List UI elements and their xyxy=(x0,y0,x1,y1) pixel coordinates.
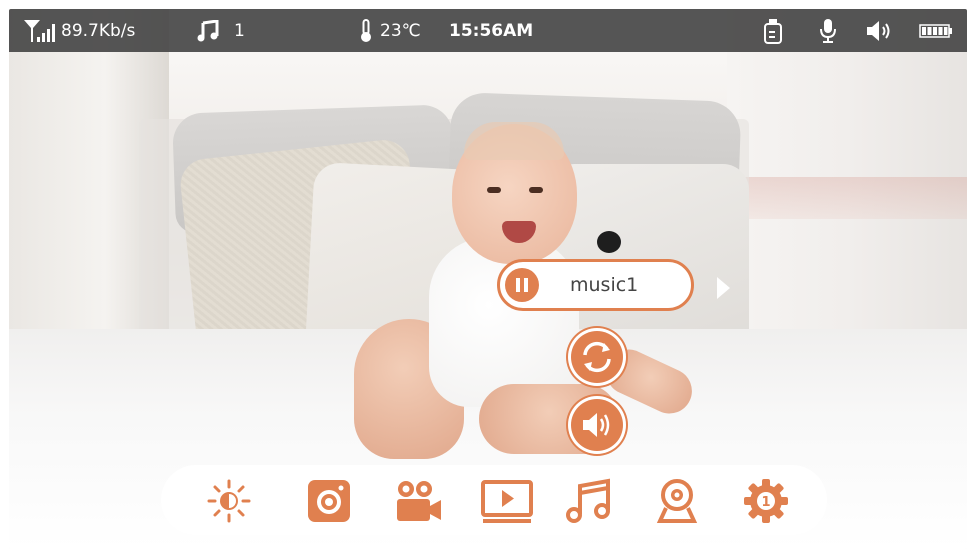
camera-select-icon[interactable] xyxy=(654,478,700,524)
pillow-button xyxy=(597,231,621,253)
microphone-icon[interactable] xyxy=(819,9,837,52)
settings-badge: 1 xyxy=(761,495,770,510)
playback-icon[interactable] xyxy=(481,478,533,524)
settings-icon[interactable]: 1 xyxy=(743,478,789,524)
camera-feed: 89.7Kb/s 1 23℃ 15:56AM music1 1 xyxy=(9,9,967,549)
speaker-volume-icon[interactable] xyxy=(866,9,894,52)
music-track-pill[interactable]: music1 xyxy=(497,259,694,311)
snapshot-icon[interactable] xyxy=(306,478,352,524)
curtain-right xyxy=(727,9,967,339)
repeat-icon[interactable] xyxy=(571,331,623,383)
music-count: 1 xyxy=(234,20,245,41)
music-icon[interactable] xyxy=(566,478,612,524)
bottom-toolbar: 1 xyxy=(161,465,827,535)
music-note-icon xyxy=(197,9,219,52)
baby-hair xyxy=(464,122,564,160)
temperature: 23℃ xyxy=(380,20,421,41)
video-record-icon[interactable] xyxy=(393,478,441,524)
volume-icon[interactable] xyxy=(571,399,623,451)
network-speed: 89.7Kb/s xyxy=(61,20,136,41)
baby-eye xyxy=(487,187,501,193)
feeding-bottle-icon[interactable] xyxy=(763,9,783,52)
pause-icon[interactable] xyxy=(505,268,539,302)
status-bar: 89.7Kb/s 1 23℃ 15:56AM xyxy=(9,9,967,52)
battery-icon xyxy=(919,9,953,52)
wall-rail xyxy=(734,177,967,219)
brightness-icon[interactable] xyxy=(206,478,252,524)
next-arrow-icon[interactable] xyxy=(715,276,731,305)
baby-eye xyxy=(529,187,543,193)
signal-bars-icon xyxy=(23,9,57,52)
clock-time: 15:56AM xyxy=(449,20,534,41)
thermometer-icon xyxy=(359,9,373,52)
track-name: music1 xyxy=(570,274,639,296)
